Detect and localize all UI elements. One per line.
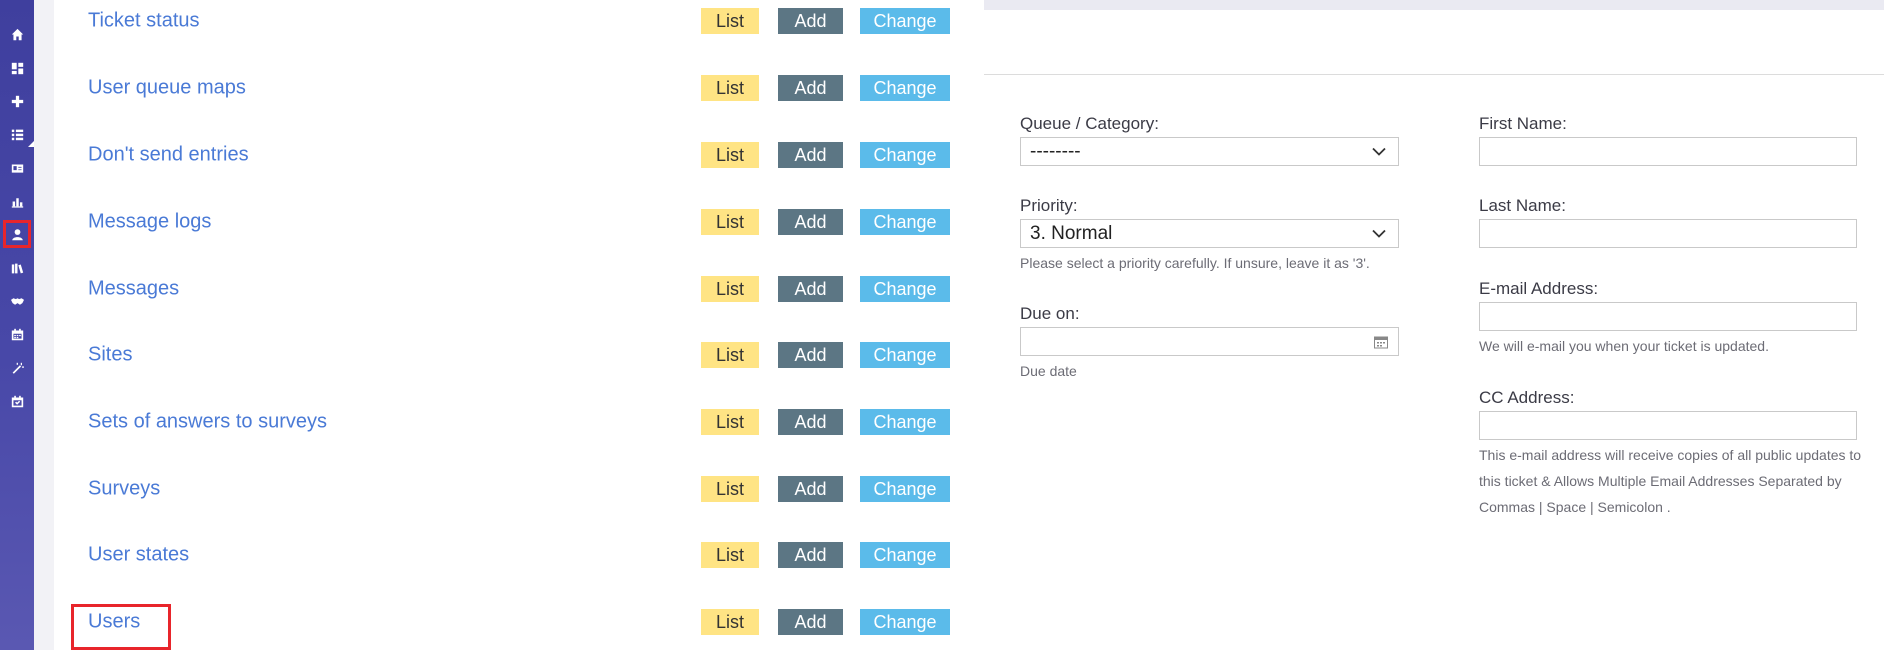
bar-chart-icon[interactable] <box>5 189 29 213</box>
books-icon[interactable] <box>5 256 29 280</box>
change-button[interactable]: Change <box>860 409 950 435</box>
table-row: Don't send entries List Add Change <box>54 122 984 188</box>
table-row: Users List Add Change <box>54 589 984 650</box>
table-row: User states List Add Change <box>54 522 984 588</box>
priority-help: Please select a priority carefully. If u… <box>1020 255 1370 271</box>
change-button[interactable]: Change <box>860 542 950 568</box>
due-on-label: Due on: <box>1020 304 1080 323</box>
email-label: E-mail Address: <box>1479 279 1599 298</box>
first-name-field[interactable] <box>1479 137 1857 166</box>
model-link-ticket-status[interactable]: Ticket status <box>88 10 200 33</box>
add-button[interactable]: Add <box>778 209 843 235</box>
list-button[interactable]: List <box>701 142 759 168</box>
plus-icon[interactable] <box>5 89 29 113</box>
queue-select[interactable]: -------- <box>1020 137 1399 166</box>
id-card-icon[interactable] <box>5 156 29 180</box>
model-link-sites[interactable]: Sites <box>88 344 132 367</box>
table-row: Sets of answers to surveys List Add Chan… <box>54 389 984 455</box>
calendar-icon[interactable] <box>1374 335 1388 348</box>
change-button[interactable]: Change <box>860 209 950 235</box>
form-divider <box>984 74 1884 75</box>
change-button[interactable]: Change <box>860 8 950 34</box>
list-button[interactable]: List <box>701 609 759 635</box>
table-row: Message logs List Add Change <box>54 189 984 255</box>
add-button[interactable]: Add <box>778 75 843 101</box>
users-highlight-box <box>71 604 171 650</box>
change-button[interactable]: Change <box>860 276 950 302</box>
list-icon[interactable] <box>5 122 29 146</box>
add-button[interactable]: Add <box>778 609 843 635</box>
list-button[interactable]: List <box>701 209 759 235</box>
priority-select-value: 3. Normal <box>1030 222 1113 244</box>
cc-field[interactable] <box>1479 411 1857 440</box>
table-row: Ticket status List Add Change <box>54 0 984 54</box>
calendar-icon[interactable] <box>5 322 29 346</box>
cc-label: CC Address: <box>1479 388 1575 407</box>
change-button[interactable]: Change <box>860 476 950 502</box>
model-link-message-logs[interactable]: Message logs <box>88 211 211 234</box>
table-row: Messages List Add Change <box>54 256 984 322</box>
content-gutter <box>34 0 54 650</box>
last-name-label: Last Name: <box>1479 196 1566 215</box>
table-row: User queue maps List Add Change <box>54 55 984 121</box>
user-icon[interactable] <box>3 220 31 248</box>
add-button[interactable]: Add <box>778 142 843 168</box>
model-link-messages[interactable]: Messages <box>88 278 179 301</box>
magic-wand-icon[interactable] <box>5 356 29 380</box>
priority-select[interactable]: 3. Normal <box>1020 219 1399 248</box>
chevron-down-icon <box>1372 147 1386 156</box>
change-button[interactable]: Change <box>860 609 950 635</box>
list-button[interactable]: List <box>701 409 759 435</box>
add-button[interactable]: Add <box>778 409 843 435</box>
email-field[interactable] <box>1479 302 1857 331</box>
model-link-dont-send-entries[interactable]: Don't send entries <box>88 144 249 167</box>
due-on-help: Due date <box>1020 363 1077 379</box>
sidebar-icon-rail <box>0 0 34 650</box>
last-name-field[interactable] <box>1479 219 1857 248</box>
table-row: Sites List Add Change <box>54 322 984 388</box>
change-button[interactable]: Change <box>860 75 950 101</box>
add-button[interactable]: Add <box>778 542 843 568</box>
change-button[interactable]: Change <box>860 342 950 368</box>
list-button[interactable]: List <box>701 342 759 368</box>
first-name-label: First Name: <box>1479 114 1567 133</box>
priority-label: Priority: <box>1020 196 1078 215</box>
model-link-surveys[interactable]: Surveys <box>88 478 160 501</box>
list-button[interactable]: List <box>701 75 759 101</box>
change-button[interactable]: Change <box>860 142 950 168</box>
list-button[interactable]: List <box>701 476 759 502</box>
handshake-icon[interactable] <box>5 289 29 313</box>
dashboard-icon[interactable] <box>5 56 29 80</box>
chevron-down-icon <box>1372 229 1386 238</box>
calendar-check-icon[interactable] <box>5 389 29 413</box>
list-button[interactable]: List <box>701 276 759 302</box>
table-row: Surveys List Add Change <box>54 456 984 522</box>
email-help: We will e-mail you when your ticket is u… <box>1479 338 1769 354</box>
model-link-user-queue-maps[interactable]: User queue maps <box>88 77 246 100</box>
due-on-input[interactable] <box>1020 327 1399 356</box>
top-bar <box>984 0 1884 10</box>
add-button[interactable]: Add <box>778 8 843 34</box>
add-button[interactable]: Add <box>778 276 843 302</box>
model-link-user-states[interactable]: User states <box>88 544 189 567</box>
list-button[interactable]: List <box>701 8 759 34</box>
queue-select-value: -------- <box>1030 140 1081 162</box>
cc-help: This e-mail address will receive copies … <box>1479 447 1862 515</box>
queue-label: Queue / Category: <box>1020 114 1159 133</box>
home-icon[interactable] <box>5 22 29 46</box>
list-button[interactable]: List <box>701 542 759 568</box>
add-button[interactable]: Add <box>778 342 843 368</box>
add-button[interactable]: Add <box>778 476 843 502</box>
model-link-survey-answer-sets[interactable]: Sets of answers to surveys <box>88 411 327 434</box>
